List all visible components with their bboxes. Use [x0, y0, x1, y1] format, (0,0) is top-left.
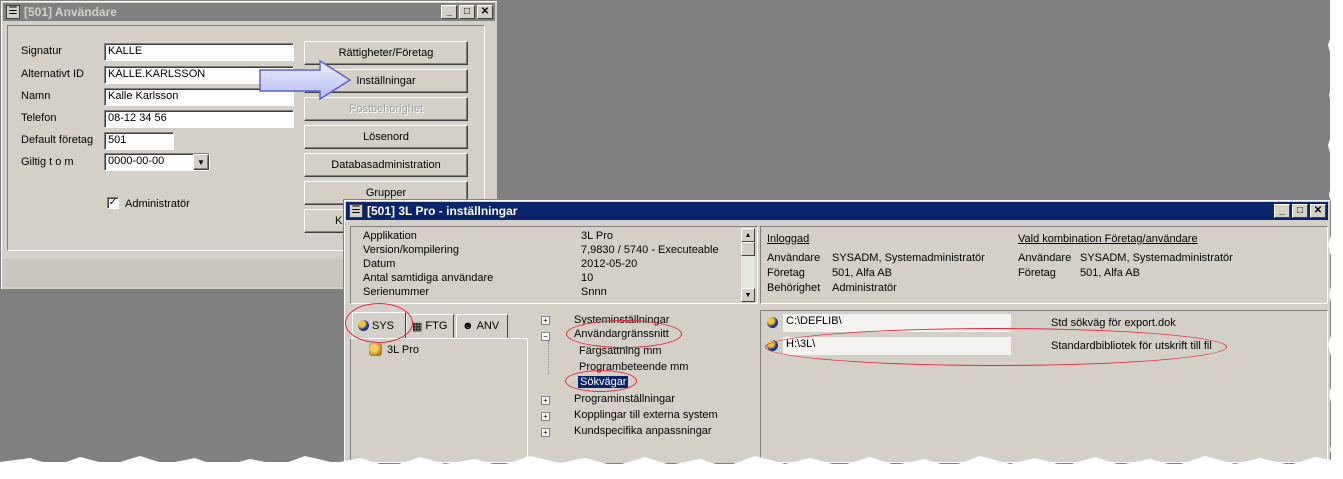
alternativt-id-label: Alternativt ID [21, 68, 84, 80]
app-info-key: Applikation [363, 230, 417, 242]
vald-kombination-value: 501, Alfa AB [1080, 267, 1140, 279]
annotation-arrow-icon [259, 59, 352, 101]
app-icon [369, 343, 382, 356]
expand-programinstallningar-button[interactable]: + [541, 396, 550, 405]
databasadministration-button[interactable]: Databasadministration [304, 153, 468, 177]
torn-right-edge-decoration [1328, 0, 1343, 479]
window-menu-icon[interactable]: ☰ [349, 204, 363, 218]
path-description: Std sökväg för export.dok [1051, 317, 1176, 329]
telefon-field[interactable]: 08-12 34 56 [104, 110, 294, 128]
app-info-key: Serienummer [363, 286, 430, 298]
collapse-anvandargranssnitt-button[interactable]: − [541, 332, 550, 341]
app-info-value: Snnn [581, 286, 607, 298]
maximize-button[interactable]: □ [1292, 204, 1308, 218]
tree-node-kopplingar[interactable]: Kopplingar till externa system [574, 409, 718, 421]
inloggad-key: Användare [767, 252, 821, 264]
installningar-titlebar[interactable]: ☰ [501] 3L Pro - inställningar _ □ ✕ [346, 202, 1328, 220]
app-info-value: 2012-05-20 [581, 258, 638, 270]
login-info-panel: Inloggad Användare SYSADM, Systemadminis… [760, 226, 1328, 304]
inloggad-key: Företag [767, 267, 805, 279]
app-info-key: Version/kompilering [363, 244, 459, 256]
anvandare-title: [501] Användare [24, 5, 117, 19]
torn-edge-decoration [0, 456, 1343, 479]
default-foretag-field[interactable]: 501 [104, 132, 174, 150]
tree-item-3l-pro[interactable]: 3L Pro [369, 343, 419, 356]
default-foretag-label: Default företag [21, 134, 94, 146]
inloggad-key: Behörighet [767, 282, 821, 294]
signatur-label: Signatur [21, 45, 62, 57]
anvandare-titlebar[interactable]: ☰ [501] Användare _ □ ✕ [3, 3, 495, 21]
scroll-up-button[interactable]: ▲ [741, 228, 755, 242]
tab-anv[interactable]: ☻ ANV [456, 314, 508, 338]
vald-kombination-header: Vald kombination Företag/användare [1018, 233, 1198, 245]
expand-kopplingar-button[interactable]: + [541, 412, 550, 421]
checkmark-icon: ✓ [108, 197, 118, 208]
window-menu-icon[interactable]: ☰ [6, 5, 20, 19]
inloggad-value: Administratör [832, 282, 897, 294]
inloggad-value: 501, Alfa AB [832, 267, 892, 279]
vald-kombination-value: SYSADM, Systemadministratör [1080, 252, 1233, 264]
tree-node-kundspecifika[interactable]: Kundspecifika anpassningar [574, 425, 712, 437]
expand-systeminstallningar-button[interactable]: + [541, 316, 550, 325]
namn-label: Namn [21, 90, 51, 102]
minimize-button[interactable]: _ [1274, 204, 1290, 218]
vald-kombination-key: Företag [1018, 267, 1056, 279]
telefon-label: Telefon [21, 112, 57, 124]
giltig-tom-label: Giltig t o m [21, 156, 74, 168]
app-info-value: 10 [581, 272, 594, 284]
giltig-tom-dropdown-button[interactable]: ▼ [193, 154, 209, 170]
close-button[interactable]: ✕ [477, 5, 493, 19]
maximize-button[interactable]: □ [459, 5, 475, 19]
annotation-ring-path-row [765, 328, 1227, 366]
administrator-checkbox[interactable]: ✓ [107, 197, 119, 209]
tab-ftg[interactable]: ▦ FTG [406, 314, 454, 338]
tree-item-label: 3L Pro [387, 343, 420, 356]
installningar-window: ☰ [501] 3L Pro - inställningar _ □ ✕ App… [343, 199, 1331, 464]
tab-anv-label: ANV [476, 320, 500, 332]
administrator-label: Administratör [125, 198, 190, 210]
globe-icon [767, 317, 778, 328]
inloggad-header: Inloggad [767, 233, 810, 245]
signatur-field[interactable]: KALLE [104, 43, 294, 61]
annotation-ring-sys-tab [345, 303, 413, 343]
tree-node-programinstallningar[interactable]: Programinställningar [574, 393, 675, 405]
app-info-key: Datum [363, 258, 396, 270]
user-icon: ☻ [462, 320, 474, 332]
vald-kombination-key: Användare [1018, 252, 1072, 264]
building-icon: ▦ [412, 320, 423, 333]
annotation-ring-sokvagar [565, 370, 637, 392]
app-info-value: 7,9830 / 5740 - Executeable [581, 244, 719, 256]
app-info-key: Antal samtidiga användare [363, 272, 494, 284]
app-info-scrollbar[interactable]: ▲ ▼ [741, 228, 755, 302]
inloggad-value: SYSADM, Systemadministratör [832, 252, 985, 264]
losenord-button[interactable]: Lösenord [304, 125, 468, 149]
installningar-title: [501] 3L Pro - inställningar [367, 204, 518, 218]
scroll-thumb[interactable] [741, 242, 755, 256]
minimize-button[interactable]: _ [441, 5, 457, 19]
annotation-ring-anvandargranssnitt [566, 320, 682, 348]
tab-ftg-label: FTG [425, 320, 448, 332]
scroll-down-button[interactable]: ▼ [741, 288, 755, 302]
expand-kundspecifika-button[interactable]: + [541, 428, 550, 437]
app-info-value: 3L Pro [581, 230, 614, 242]
app-info-panel: Applikation 3L Pro Version/kompilering 7… [350, 226, 758, 304]
